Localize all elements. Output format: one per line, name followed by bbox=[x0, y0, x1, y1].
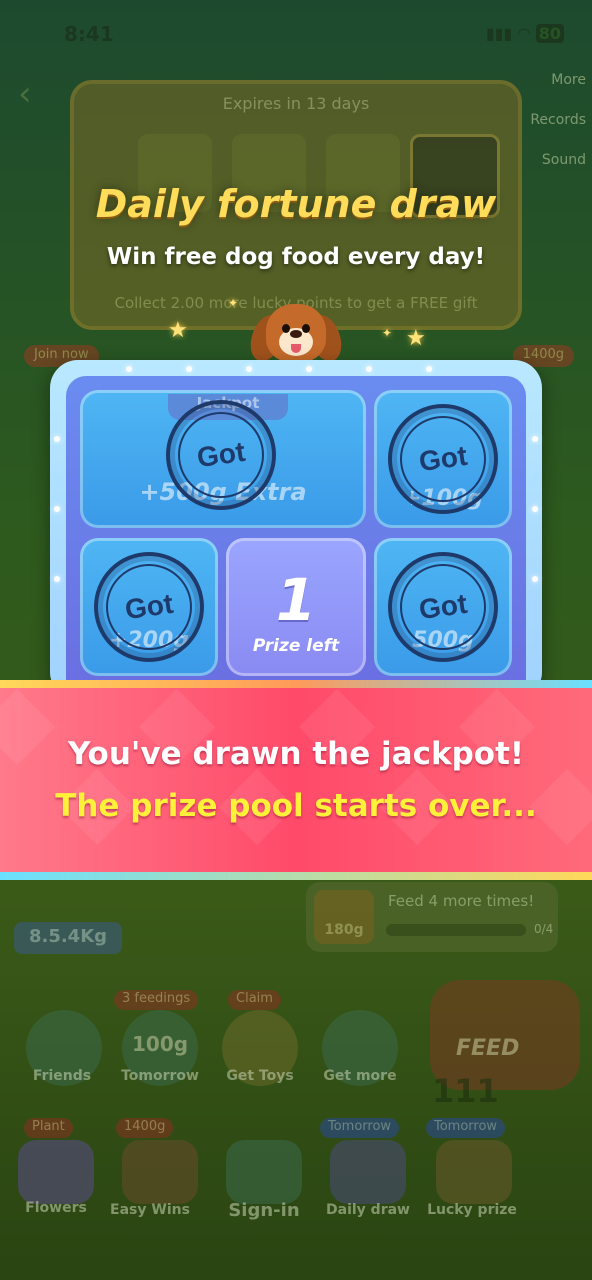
plant-badge: Plant bbox=[24, 1118, 73, 1138]
records-link[interactable]: Records bbox=[530, 112, 586, 128]
daily-draw-tile[interactable] bbox=[330, 1140, 406, 1204]
feed-progress-text: 0/4 bbox=[534, 922, 554, 936]
daily-draw-badge: Tomorrow bbox=[320, 1118, 400, 1138]
lucky-prize-tile[interactable] bbox=[436, 1140, 512, 1204]
prize-cell: 500g Got bbox=[374, 538, 512, 676]
jackpot-banner: You've drawn the jackpot! The prize pool… bbox=[0, 680, 592, 880]
dog-mascot-icon bbox=[244, 296, 348, 366]
stamp-text: Got bbox=[122, 587, 175, 626]
prize-left-label: Prize left bbox=[252, 636, 340, 656]
banner-bottom-stripe bbox=[0, 872, 592, 880]
stamp-text: Got bbox=[194, 435, 247, 474]
get-more-label: Get more bbox=[323, 1068, 397, 1084]
stamp-text: Got bbox=[416, 439, 469, 478]
daily-draw-label: Daily draw bbox=[326, 1202, 410, 1218]
tomorrow-label: Tomorrow bbox=[121, 1068, 199, 1084]
easy-wins-label: Easy Wins bbox=[110, 1202, 190, 1218]
flowers-tile[interactable] bbox=[18, 1140, 94, 1204]
prize-left-count: 1 bbox=[275, 566, 317, 634]
expires-text: Expires in 13 days bbox=[222, 94, 370, 113]
prize-cell-jackpot: Jackpot +500g Extra Got bbox=[80, 390, 366, 528]
sparkle-star-icon: ★ bbox=[168, 318, 188, 343]
status-time: 8:41 bbox=[64, 22, 114, 46]
got-stamp-icon: Got bbox=[388, 404, 498, 514]
banner-line1: You've drawn the jackpot! bbox=[67, 736, 525, 772]
prize-left-cell: 1 Prize left bbox=[226, 538, 366, 676]
feed-panel: 180g Feed 4 more times! 0/4 bbox=[306, 882, 558, 952]
banner-top-stripe bbox=[0, 680, 592, 688]
sparkle-star-icon: ✦ bbox=[382, 326, 393, 340]
flowers-label: Flowers bbox=[25, 1200, 87, 1216]
back-arrow-icon[interactable]: ‹ bbox=[18, 74, 32, 114]
lucky-prize-label: Lucky prize bbox=[427, 1202, 517, 1218]
easy-wins-badge: 1400g bbox=[116, 1118, 174, 1138]
status-icons: ▮▮▮ ◠ 80 bbox=[486, 24, 564, 43]
got-stamp-icon: Got bbox=[166, 400, 276, 510]
toys-label: Get Toys bbox=[226, 1068, 294, 1084]
feed-progress-bar bbox=[386, 924, 526, 936]
sound-link[interactable]: Sound bbox=[542, 152, 586, 168]
sparkle-star-icon: ✦ bbox=[228, 296, 239, 310]
feed-bowl-amount: 180g bbox=[314, 890, 374, 944]
feed-hint: Feed 4 more times! bbox=[388, 892, 535, 910]
sign-in-tile[interactable] bbox=[226, 1140, 302, 1204]
more-link[interactable]: More bbox=[551, 72, 586, 88]
status-bar: 8:41 ▮▮▮ ◠ 80 bbox=[0, 22, 592, 52]
banner-line2: The prize pool starts over... bbox=[55, 788, 537, 824]
feedings-badge: 3 feedings bbox=[114, 990, 199, 1010]
stamp-text: Got bbox=[416, 587, 469, 626]
board-grid: Jackpot +500g Extra Got +100g Got +200g … bbox=[66, 376, 526, 700]
wifi-icon: ◠ bbox=[517, 24, 531, 43]
tomorrow-amount: 100g bbox=[132, 1032, 189, 1056]
friends-label: Friends bbox=[32, 1068, 92, 1084]
weight-display: 8.5.4Kg bbox=[14, 922, 122, 954]
battery-icon: 80 bbox=[535, 24, 564, 43]
prize-cell: +100g Got bbox=[374, 390, 512, 528]
easy-wins-tile[interactable] bbox=[122, 1140, 198, 1204]
sparkle-star-icon: ★ bbox=[406, 326, 426, 351]
got-stamp-icon: Got bbox=[388, 552, 498, 662]
feed-button-label: FEED bbox=[456, 1036, 520, 1061]
got-stamp-icon: Got bbox=[94, 552, 204, 662]
feed-count: 111 bbox=[432, 1072, 499, 1110]
sign-in-label: Sign-in bbox=[228, 1200, 300, 1221]
prize-board: Jackpot +500g Extra Got +100g Got +200g … bbox=[50, 360, 542, 700]
lucky-prize-badge: Tomorrow bbox=[426, 1118, 506, 1138]
overlay-subtitle: Win free dog food every day! bbox=[106, 244, 486, 270]
signal-icon: ▮▮▮ bbox=[485, 24, 513, 43]
overlay-title: Daily fortune draw bbox=[95, 182, 497, 226]
prize-cell: +200g Got bbox=[80, 538, 218, 676]
claim-badge: Claim bbox=[228, 990, 281, 1010]
